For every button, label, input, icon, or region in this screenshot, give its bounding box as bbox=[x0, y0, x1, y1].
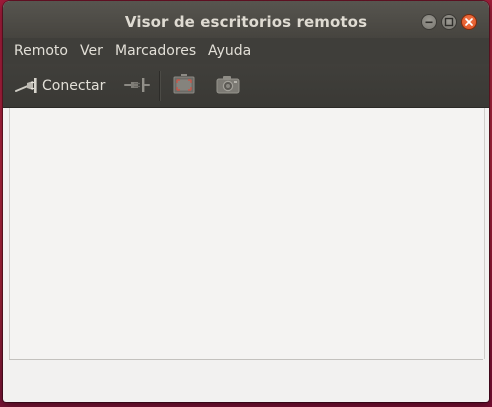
disconnect-button[interactable] bbox=[120, 70, 152, 100]
minimize-button[interactable] bbox=[421, 14, 437, 30]
remote-display-area[interactable] bbox=[9, 108, 485, 359]
status-bar bbox=[9, 359, 483, 399]
minimize-icon bbox=[425, 21, 433, 24]
connect-button[interactable]: Conectar bbox=[15, 70, 111, 100]
connect-label: Conectar bbox=[42, 78, 106, 94]
maximize-button[interactable] bbox=[441, 14, 457, 30]
screenshot-camera-icon bbox=[216, 76, 240, 94]
menu-marcadores[interactable]: Marcadores bbox=[115, 43, 196, 59]
menu-remoto[interactable]: Remoto bbox=[14, 43, 68, 59]
screenshot-button[interactable] bbox=[213, 70, 243, 100]
connect-plug-icon bbox=[15, 78, 37, 93]
close-button[interactable] bbox=[461, 14, 477, 30]
fullscreen-button[interactable] bbox=[169, 70, 199, 100]
window-title: Visor de escritorios remotos bbox=[124, 13, 368, 31]
toolbar-separator bbox=[159, 71, 160, 101]
disconnect-plug-icon bbox=[124, 78, 150, 92]
toolbar: Conectar bbox=[3, 64, 489, 108]
menu-ayuda[interactable]: Ayuda bbox=[208, 43, 251, 59]
maximize-icon bbox=[444, 17, 454, 27]
menu-ver[interactable]: Ver bbox=[80, 43, 103, 59]
remote-desktop-viewer-window: Visor de escritorios remotos Remoto Ver … bbox=[3, 1, 489, 402]
menu-bar: Remoto Ver Marcadores Ayuda bbox=[3, 38, 489, 64]
title-bar[interactable]: Visor de escritorios remotos bbox=[3, 1, 489, 38]
close-icon bbox=[465, 18, 473, 26]
fullscreen-icon bbox=[173, 74, 195, 94]
